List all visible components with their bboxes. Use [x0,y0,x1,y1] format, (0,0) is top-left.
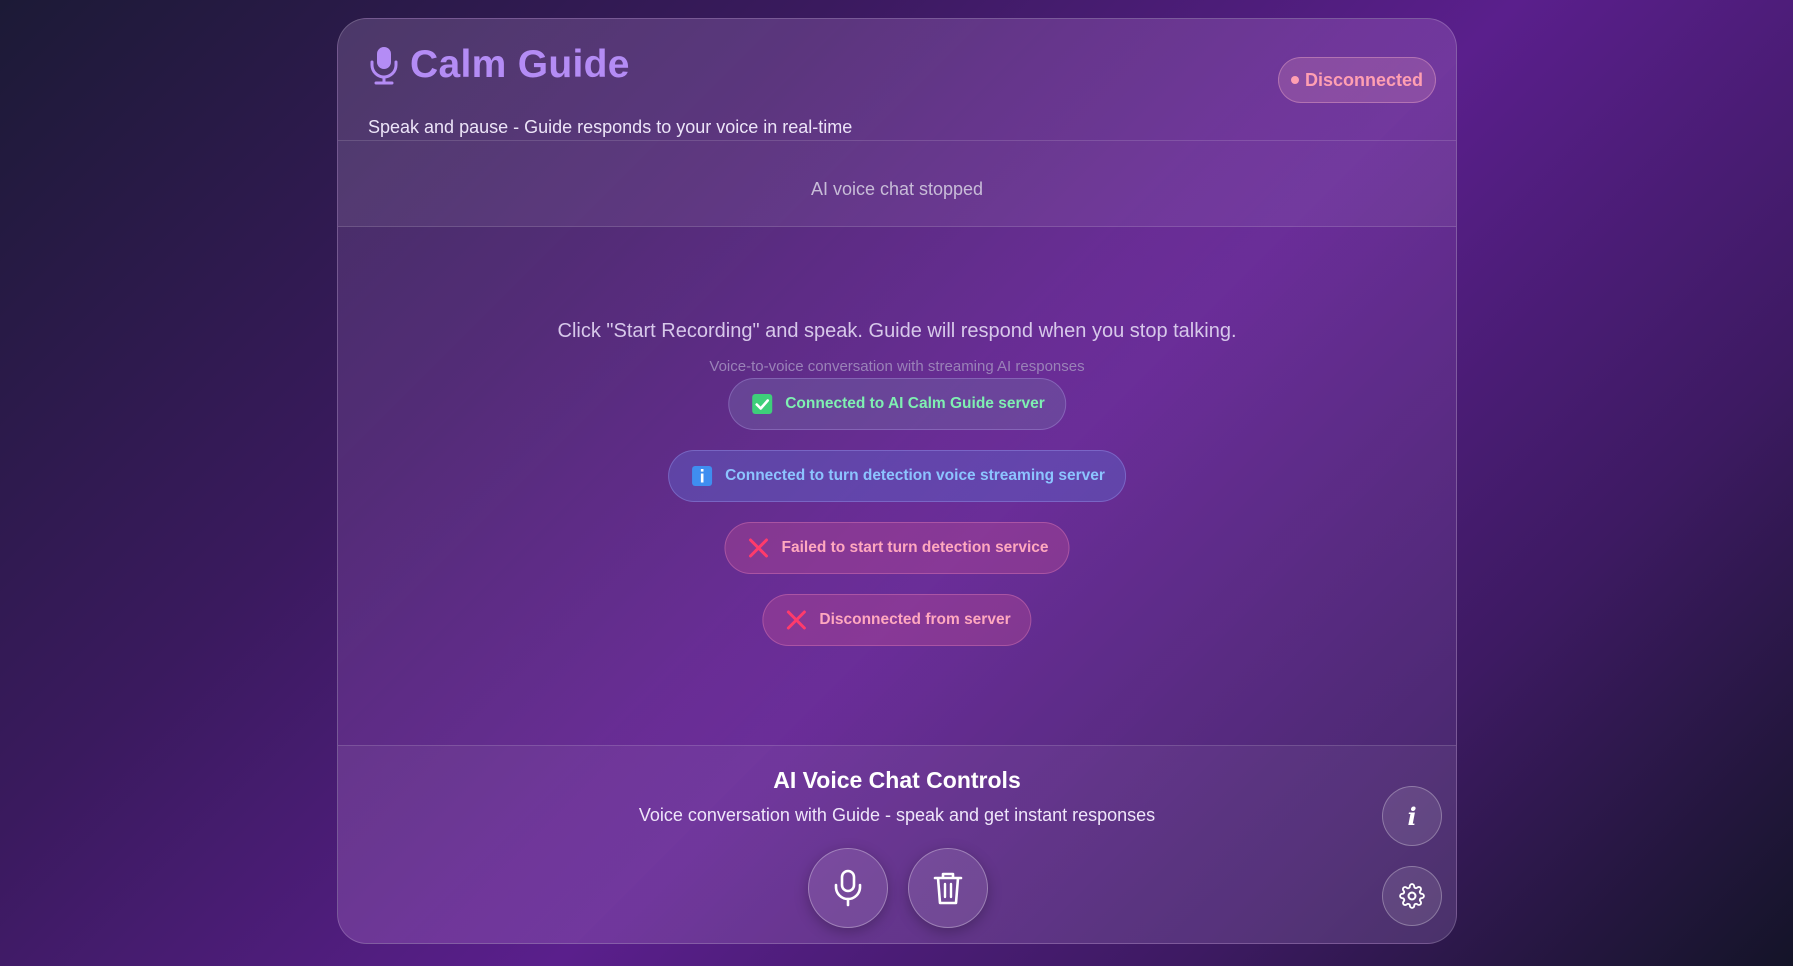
conversation-area: Click "Start Recording" and speak. Guide… [338,227,1456,745]
info-square-icon [692,466,713,486]
message-text: Connected to AI Calm Guide server [785,395,1045,412]
status-bar: AI voice chat stopped [338,141,1456,227]
instruction-subtext: Voice-to-voice conversation with streami… [709,358,1085,375]
clear-conversation-button[interactable] [908,848,988,928]
x-icon [786,610,806,630]
info-icon: i [1407,801,1417,831]
app-subtitle: Speak and pause - Guide responds to your… [368,117,853,137]
system-message-error: Disconnected from server [762,594,1032,646]
system-message-success: Connected to AI Calm Guide server [728,378,1066,430]
message-text: Disconnected from server [819,611,1011,628]
start-recording-button[interactable] [808,848,888,928]
trash-icon [933,872,963,905]
check-square-icon [752,394,773,414]
connection-status-badge: Disconnected [1277,57,1436,103]
gear-icon [1399,883,1425,909]
message-text: Connected to turn detection voice stream… [725,467,1105,484]
x-icon [748,538,768,558]
app-title: Calm Guide [410,43,630,86]
settings-button[interactable] [1382,866,1442,926]
controls-title: AI Voice Chat Controls [773,767,1021,793]
app-card: Calm Guide Speak and pause - Guide respo… [337,18,1457,944]
status-bar-text: AI voice chat stopped [810,179,984,199]
title-row: Calm Guide [368,43,630,87]
instruction-text: Click "Start Recording" and speak. Guide… [557,320,1237,342]
status-dot-icon [1290,76,1299,84]
controls-subtitle: Voice conversation with Guide - speak an… [638,805,1156,825]
info-button[interactable]: i [1382,786,1442,846]
microphone-icon [370,47,398,85]
message-text: Failed to start turn detection service [781,539,1049,556]
system-message-info: Connected to turn detection voice stream… [668,450,1126,502]
header: Calm Guide Speak and pause - Guide respo… [338,19,1456,141]
connection-status-label: Disconnected [1304,69,1423,90]
controls-panel: AI Voice Chat Controls Voice conversatio… [338,745,1456,943]
system-message-error: Failed to start turn detection service [724,522,1070,574]
microphone-icon [834,869,862,907]
